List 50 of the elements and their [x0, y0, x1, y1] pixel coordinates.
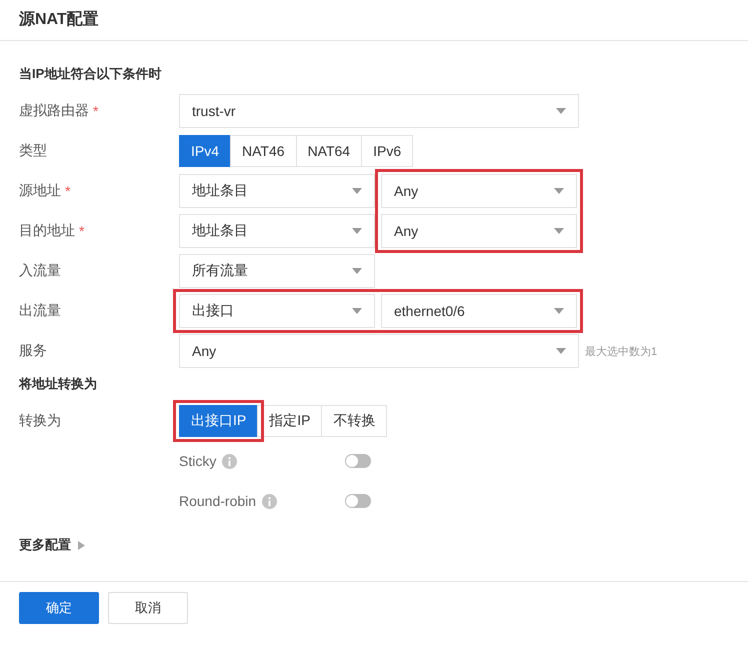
confirm-button[interactable]: 确定 — [19, 592, 99, 624]
caret-icon — [352, 228, 362, 234]
field-label: 类型 — [19, 142, 47, 160]
caret-icon — [352, 308, 362, 314]
section-heading: 当IP地址符合以下条件时 — [19, 65, 162, 83]
segment-button[interactable]: IPv4 — [179, 135, 232, 167]
dropdown[interactable]: 出接口 — [179, 294, 375, 328]
segment-button[interactable]: IPv6 — [361, 135, 414, 167]
expand-arrow-icon[interactable] — [78, 540, 85, 550]
required-mark: * — [93, 103, 98, 119]
field-label: 转换为 — [19, 412, 61, 430]
segment-button[interactable]: 指定IP — [257, 405, 322, 437]
dropdown[interactable]: ethernet0/6 — [381, 294, 577, 328]
segment-button[interactable]: NAT46 — [230, 135, 297, 167]
more-settings-link[interactable]: 更多配置 — [19, 536, 71, 554]
caret-icon — [554, 188, 564, 194]
dropdown[interactable]: 地址条目 — [179, 214, 375, 248]
option-label: Sticky — [179, 453, 216, 469]
dropdown[interactable]: Any — [381, 174, 577, 208]
caret-icon — [554, 308, 564, 314]
field-label: 服务 — [19, 342, 47, 360]
caret-icon — [352, 268, 362, 274]
required-mark: * — [79, 223, 84, 239]
caret-icon — [554, 228, 564, 234]
hint-text: 最大选中数为1 — [585, 344, 658, 358]
dropdown[interactable]: 地址条目 — [179, 174, 375, 208]
dropdown[interactable]: 所有流量 — [179, 254, 375, 288]
segment-button[interactable]: 出接口IP — [179, 405, 258, 437]
segment-button[interactable]: NAT64 — [296, 135, 362, 167]
info-icon — [222, 454, 238, 468]
field-label: 虚拟路由器 — [19, 102, 89, 120]
field-label: 入流量 — [19, 262, 61, 280]
caret-icon — [352, 188, 362, 194]
field-label: 目的地址 — [19, 222, 75, 240]
option-label: Round-robin — [179, 493, 256, 509]
required-mark: * — [65, 183, 70, 199]
dropdown[interactable]: Any — [179, 334, 579, 368]
segment-button[interactable]: 不转换 — [321, 405, 388, 437]
field-label: 源地址 — [19, 182, 61, 200]
cancel-button[interactable]: 取消 — [108, 592, 188, 624]
section-heading: 将地址转换为 — [19, 375, 98, 393]
dialog-title: 源NAT配置 — [0, 0, 748, 41]
dropdown[interactable]: trust-vr — [179, 94, 579, 128]
info-icon — [262, 494, 278, 508]
dropdown[interactable]: Any — [381, 214, 577, 248]
field-label: 出流量 — [19, 302, 61, 320]
caret-icon — [556, 348, 566, 354]
toggle-switch[interactable] — [345, 494, 371, 508]
toggle-switch[interactable] — [345, 454, 371, 468]
caret-icon — [556, 108, 566, 114]
